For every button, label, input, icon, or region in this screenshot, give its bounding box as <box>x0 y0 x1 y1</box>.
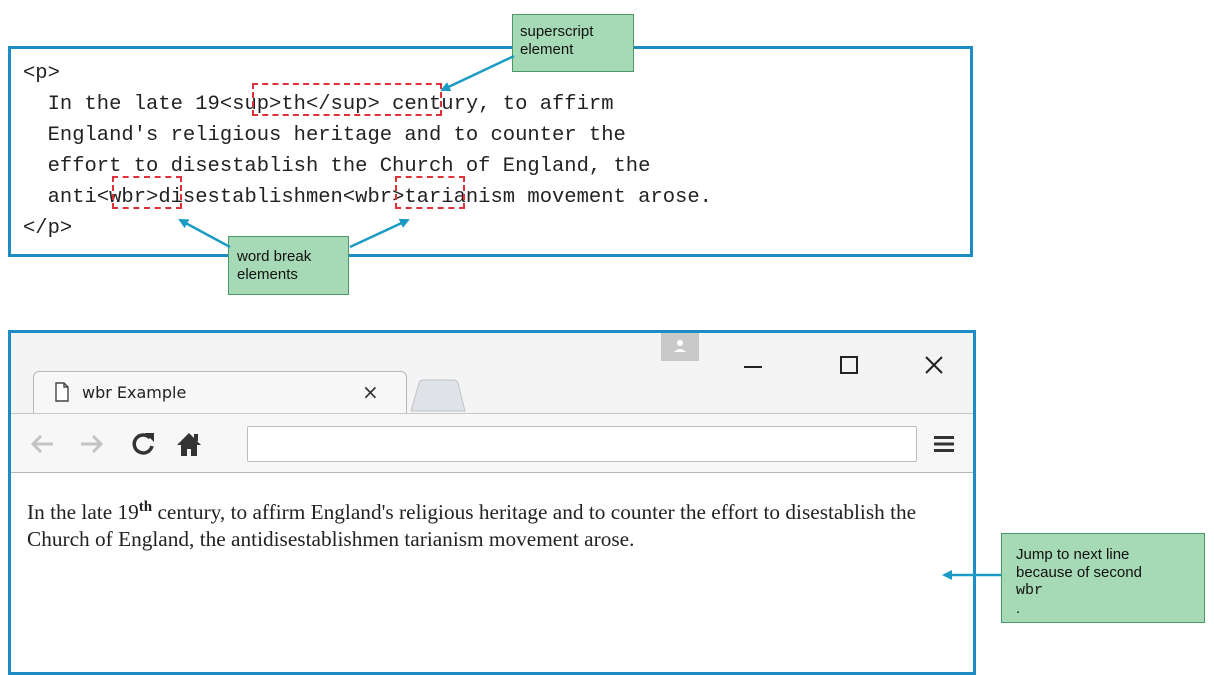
arrows-layer <box>178 54 1001 580</box>
arrow-to-sup <box>440 54 515 92</box>
arrow-to-wbr-2 <box>349 218 410 249</box>
arrow-to-wbr-1 <box>178 218 231 249</box>
